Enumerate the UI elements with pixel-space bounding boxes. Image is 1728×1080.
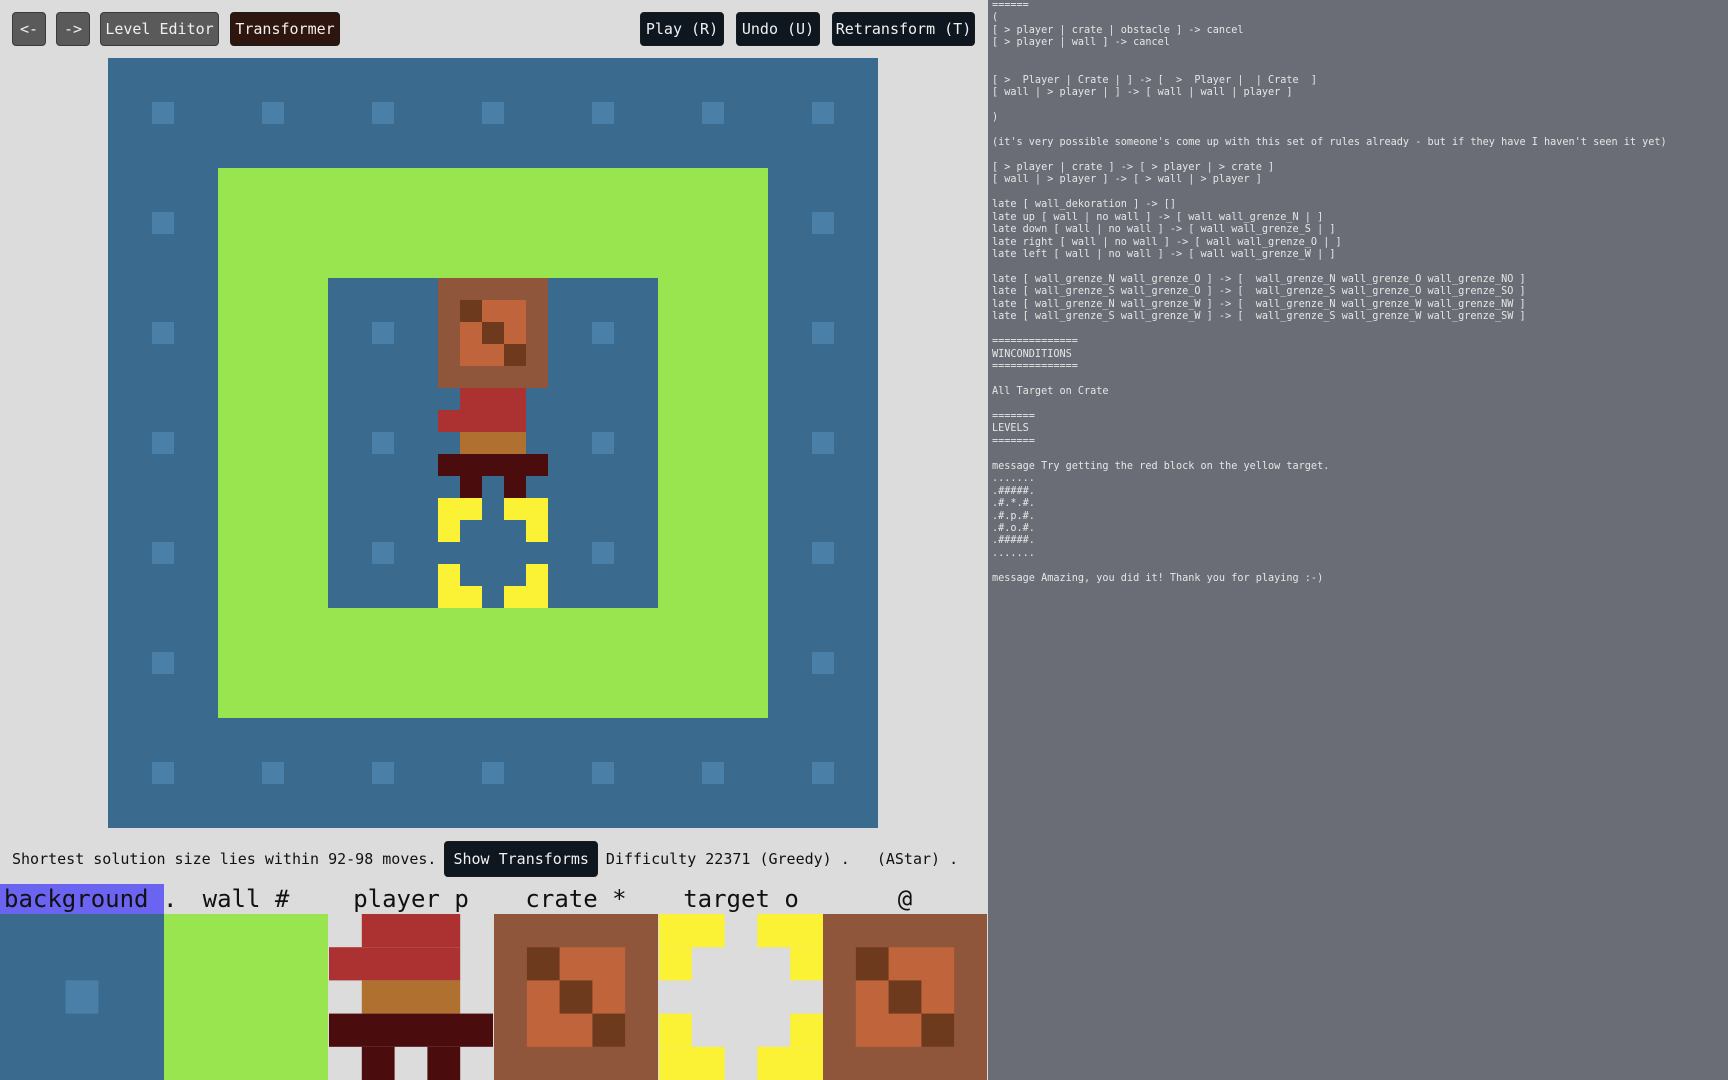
code-editor-panel[interactable]: ====== ( [ > player | crate | obstacle ]…: [988, 0, 1728, 1080]
palette-item-target[interactable]: target o: [659, 884, 823, 1080]
palette-label: @: [897, 885, 913, 913]
palette-item-wall[interactable]: wall #: [164, 884, 328, 1080]
palette-label: crate *: [525, 885, 627, 913]
difficulty-text: Difficulty 22371 (Greedy) . (AStar) . (B…: [605, 850, 1031, 868]
object-palette: background . wall # player p crate * tar…: [0, 884, 988, 1080]
toolbar: <- -> Level Editor Transformer Play (R) …: [0, 12, 988, 48]
background-swatch: [0, 914, 164, 1080]
palette-item-crate[interactable]: crate *: [494, 884, 658, 1080]
crate-sprite: [438, 278, 548, 388]
level-editor-button[interactable]: Level Editor: [100, 12, 219, 46]
script-code[interactable]: ====== ( [ > player | crate | obstacle ]…: [988, 0, 1728, 585]
solution-size-text: Shortest solution size lies within 92-98…: [12, 850, 437, 868]
palette-item-player[interactable]: player p: [329, 884, 493, 1080]
back-button[interactable]: <-: [12, 12, 46, 46]
palette-label: target o: [683, 885, 799, 913]
target-swatch: [659, 914, 823, 1080]
crate-swatch: [494, 914, 658, 1080]
editor-panel: <- -> Level Editor Transformer Play (R) …: [0, 0, 1030, 1080]
show-transforms-button[interactable]: Show Transforms: [444, 841, 598, 877]
player-swatch: [329, 914, 493, 1080]
transformer-button[interactable]: Transformer: [230, 12, 340, 46]
play-button[interactable]: Play (R): [640, 12, 724, 46]
palette-label: background .: [0, 884, 177, 914]
wall-swatch: [164, 914, 328, 1080]
undo-button[interactable]: Undo (U): [736, 12, 820, 46]
palette-label: wall #: [202, 885, 290, 913]
palette-label: player p: [353, 885, 469, 913]
status-bar: Shortest solution size lies within 92-98…: [12, 841, 1030, 877]
game-board[interactable]: [108, 58, 878, 828]
palette-item-crate-on-target[interactable]: @: [823, 884, 987, 1080]
crate-on-target-swatch: [823, 914, 987, 1080]
forward-button[interactable]: ->: [56, 12, 90, 46]
palette-item-background[interactable]: background .: [0, 884, 177, 1080]
retransform-button[interactable]: Retransform (T): [832, 12, 975, 46]
